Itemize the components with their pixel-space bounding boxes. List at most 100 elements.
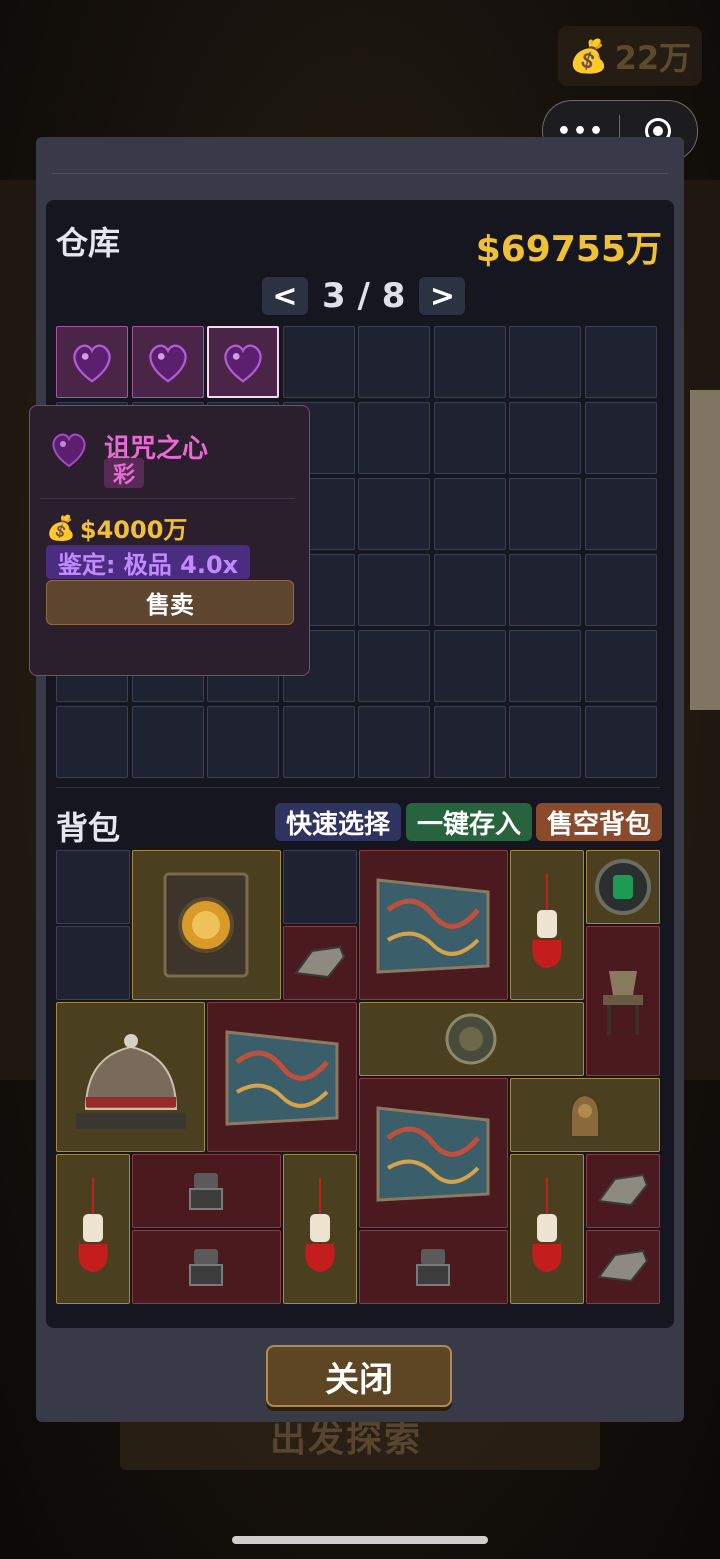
warehouse-slot[interactable] xyxy=(358,402,430,474)
warehouse-slot-item[interactable] xyxy=(56,326,128,398)
stone-fragment-icon xyxy=(596,1249,648,1283)
warehouse-slot[interactable] xyxy=(584,478,657,550)
cursed-heart-icon xyxy=(73,344,111,383)
rarity-badge: 彩 xyxy=(104,458,144,488)
stone-fragment-icon xyxy=(294,945,346,979)
backpack-slot[interactable] xyxy=(283,850,357,924)
next-page-button[interactable]: > xyxy=(419,277,466,315)
warehouse-slot[interactable] xyxy=(584,706,657,778)
warehouse-slot[interactable] xyxy=(358,706,430,778)
warehouse-slot[interactable] xyxy=(207,706,279,778)
warehouse-slot[interactable] xyxy=(433,554,506,626)
warehouse-slot[interactable] xyxy=(131,706,204,778)
backpack-item-slot[interactable] xyxy=(585,1230,660,1304)
warehouse-slot[interactable] xyxy=(358,478,430,550)
home-indicator[interactable] xyxy=(232,1536,488,1544)
jade-pendant-icon xyxy=(305,1178,335,1272)
cursed-heart-icon xyxy=(148,344,187,383)
warehouse-slot[interactable] xyxy=(358,326,430,398)
stone-seal-icon xyxy=(189,1173,224,1210)
storage-panel: 仓库 $69755万 < 3 / 8 > 背包 快速选择 一键存入 售空背包 xyxy=(46,200,674,1328)
backpack-slot[interactable] xyxy=(56,926,130,1000)
stone-seal-icon xyxy=(416,1249,451,1286)
backpack-item-slot[interactable] xyxy=(510,850,584,1000)
backpack-item-slot[interactable] xyxy=(358,850,509,1000)
money-bag-icon: 💰 xyxy=(568,37,609,75)
warehouse-slot-item[interactable] xyxy=(131,326,204,398)
backpack-item-slot[interactable] xyxy=(131,1230,282,1304)
item-price: 💰 $4000万 xyxy=(46,510,187,545)
warehouse-slot[interactable] xyxy=(433,706,506,778)
backpack-item-slot[interactable] xyxy=(585,926,660,1076)
sell-all-button[interactable]: 售空背包 xyxy=(536,803,662,841)
jade-pendant-icon xyxy=(78,1178,108,1272)
royal-crown-icon xyxy=(75,1034,186,1129)
page-indicator: 3 / 8 xyxy=(322,276,406,316)
backpack-item-slot[interactable] xyxy=(358,1230,509,1304)
emerald-amulet-icon xyxy=(594,859,651,915)
backpack-item-slot[interactable] xyxy=(358,1002,584,1076)
jade-pendant-icon xyxy=(532,874,562,968)
backpack-item-slot[interactable] xyxy=(207,1002,357,1152)
backpack-item-slot[interactable] xyxy=(283,1154,357,1304)
backpack-item-slot[interactable] xyxy=(510,1078,660,1152)
close-button[interactable]: 关闭 xyxy=(266,1345,452,1407)
dragon-tapestry-icon xyxy=(376,1106,490,1202)
warehouse-slot[interactable] xyxy=(509,326,581,398)
quick-select-button[interactable]: 快速选择 xyxy=(275,803,401,841)
section-divider xyxy=(56,787,660,788)
warehouse-slot[interactable] xyxy=(584,402,657,474)
bronze-altar-icon xyxy=(602,971,643,1035)
jade-pendant-icon xyxy=(532,1178,562,1272)
warehouse-slot[interactable] xyxy=(584,326,657,398)
warehouse-slot[interactable] xyxy=(584,630,657,702)
warehouse-slot[interactable] xyxy=(433,478,506,550)
warehouse-slot[interactable] xyxy=(433,402,506,474)
backpack-item-slot[interactable] xyxy=(585,1154,660,1228)
warehouse-slot[interactable] xyxy=(509,478,581,550)
warehouse-slot[interactable] xyxy=(584,554,657,626)
warehouse-pager: < 3 / 8 > xyxy=(262,276,466,316)
stone-fragment-icon xyxy=(596,1173,648,1207)
backpack-item-slot[interactable] xyxy=(283,926,357,1000)
backpack-item-slot[interactable] xyxy=(510,1154,584,1304)
background-newspaper xyxy=(690,390,720,710)
stone-seal-icon xyxy=(189,1249,224,1286)
backpack-item-slot[interactable] xyxy=(131,850,282,1000)
cursed-heart-icon xyxy=(52,433,86,468)
warehouse-slot[interactable] xyxy=(509,630,581,702)
backpack-item-slot[interactable] xyxy=(56,1154,130,1304)
item-tooltip: 诅咒之心 彩 💰 $4000万 鉴定: 极品 4.0x 售卖 xyxy=(29,405,310,676)
warehouse-slot[interactable] xyxy=(509,554,581,626)
warehouse-slot[interactable] xyxy=(433,326,506,398)
backpack-slot[interactable] xyxy=(56,850,130,924)
hud-money: 💰 22万 xyxy=(558,26,702,86)
storage-modal: 仓库 $69755万 < 3 / 8 > 背包 快速选择 一键存入 售空背包 关… xyxy=(36,137,684,1422)
prev-page-button[interactable]: < xyxy=(262,277,308,315)
money-bag-icon: 💰 xyxy=(46,513,76,542)
warehouse-slot[interactable] xyxy=(358,554,430,626)
backpack-grid xyxy=(56,850,662,1306)
warehouse-slot[interactable] xyxy=(56,706,128,778)
modal-divider xyxy=(52,173,668,174)
warehouse-slot[interactable] xyxy=(433,630,506,702)
deposit-all-button[interactable]: 一键存入 xyxy=(406,803,532,841)
backpack-title: 背包 xyxy=(56,809,121,847)
appraisal-badge: 鉴定: 极品 4.0x xyxy=(46,545,250,579)
bronze-disc-icon xyxy=(445,1013,497,1065)
sell-button[interactable]: 售卖 xyxy=(46,580,294,625)
warehouse-slot[interactable] xyxy=(509,706,581,778)
dragon-tapestry-icon xyxy=(376,878,490,974)
backpack-item-slot[interactable] xyxy=(358,1078,509,1228)
backpack-item-slot[interactable] xyxy=(585,850,660,924)
warehouse-slot[interactable] xyxy=(358,630,430,702)
warehouse-balance: $69755万 xyxy=(475,229,662,270)
warehouse-slot-item[interactable] xyxy=(207,326,279,398)
tooltip-divider xyxy=(40,498,295,499)
backpack-item-slot[interactable] xyxy=(131,1154,282,1228)
hud-money-value: 22万 xyxy=(614,39,692,77)
warehouse-slot[interactable] xyxy=(282,326,355,398)
warehouse-slot[interactable] xyxy=(509,402,581,474)
backpack-item-slot[interactable] xyxy=(56,1002,206,1152)
warehouse-slot[interactable] xyxy=(282,706,355,778)
